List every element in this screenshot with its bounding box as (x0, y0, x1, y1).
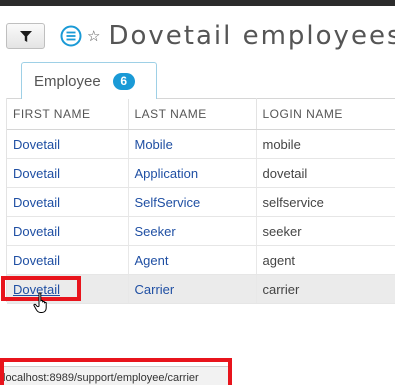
last-name-cell: Carrier (128, 274, 257, 304)
first-name-cell: Dovetail (7, 245, 129, 275)
first-name-cell: Dovetail (7, 158, 129, 188)
first-name-link[interactable]: Dovetail (13, 224, 60, 239)
last-name-cell: Mobile (128, 129, 257, 159)
filter-icon (19, 30, 32, 42)
status-bar-url: localhost:8989/support/employee/carrier (3, 372, 199, 384)
login-name-cell: dovetail (256, 158, 395, 188)
last-name-cell: Seeker (128, 216, 257, 246)
first-name-link[interactable]: Dovetail (13, 253, 60, 268)
column-header-first-name[interactable]: FIRST NAME (7, 98, 129, 130)
browser-status-bar: localhost:8989/support/employee/carrier (0, 366, 229, 385)
first-name-cell: Dovetail (7, 129, 129, 159)
list-icon[interactable] (60, 25, 82, 47)
first-name-cell: Dovetail (7, 274, 129, 304)
last-name-link[interactable]: Carrier (135, 282, 175, 297)
first-name-link[interactable]: Dovetail (13, 166, 60, 181)
last-name-link[interactable]: Seeker (135, 224, 176, 239)
star-icon[interactable]: ☆ (87, 28, 100, 44)
first-name-link[interactable]: Dovetail (13, 195, 60, 210)
last-name-cell: Agent (128, 245, 257, 275)
last-name-cell: Application (128, 158, 257, 188)
last-name-link[interactable]: Mobile (135, 137, 173, 152)
last-name-cell: SelfService (128, 187, 257, 217)
login-name-cell: agent (256, 245, 395, 275)
first-name-link[interactable]: Dovetail (13, 137, 60, 152)
login-name-cell: carrier (256, 274, 395, 304)
tab-employee-label: Employee (34, 72, 101, 90)
employee-table: FIRST NAME LAST NAME LOGIN NAME Dovetail… (7, 98, 395, 304)
window-top-strip (0, 0, 395, 6)
last-name-link[interactable]: Agent (135, 253, 169, 268)
column-header-login-name[interactable]: LOGIN NAME (256, 98, 395, 130)
last-name-link[interactable]: Application (135, 166, 199, 181)
last-name-link[interactable]: SelfService (135, 195, 201, 210)
table-row: Dovetail Agent agent (7, 245, 395, 275)
page-title: Dovetail employees (108, 21, 395, 51)
table-header-row: FIRST NAME LAST NAME LOGIN NAME (7, 98, 395, 130)
table-row: Dovetail Application dovetail (7, 158, 395, 188)
table-row: Dovetail SelfService selfservice (7, 187, 395, 217)
column-header-last-name[interactable]: LAST NAME (128, 98, 257, 130)
table-row: Dovetail Mobile mobile (7, 129, 395, 159)
login-name-cell: seeker (256, 216, 395, 246)
login-name-cell: selfservice (256, 187, 395, 217)
tab-employee-count-badge: 6 (112, 72, 135, 90)
filter-button[interactable] (6, 23, 45, 49)
first-name-cell: Dovetail (7, 187, 129, 217)
table-row: Dovetail Seeker seeker (7, 216, 395, 246)
tab-employee[interactable]: Employee 6 (21, 62, 157, 99)
employee-table-container: FIRST NAME LAST NAME LOGIN NAME Dovetail… (6, 98, 395, 304)
first-name-link[interactable]: Dovetail (13, 282, 60, 297)
page-header: ☆ Dovetail employees (6, 21, 395, 51)
login-name-cell: mobile (256, 129, 395, 159)
table-row: Dovetail Carrier carrier (7, 274, 395, 304)
first-name-cell: Dovetail (7, 216, 129, 246)
